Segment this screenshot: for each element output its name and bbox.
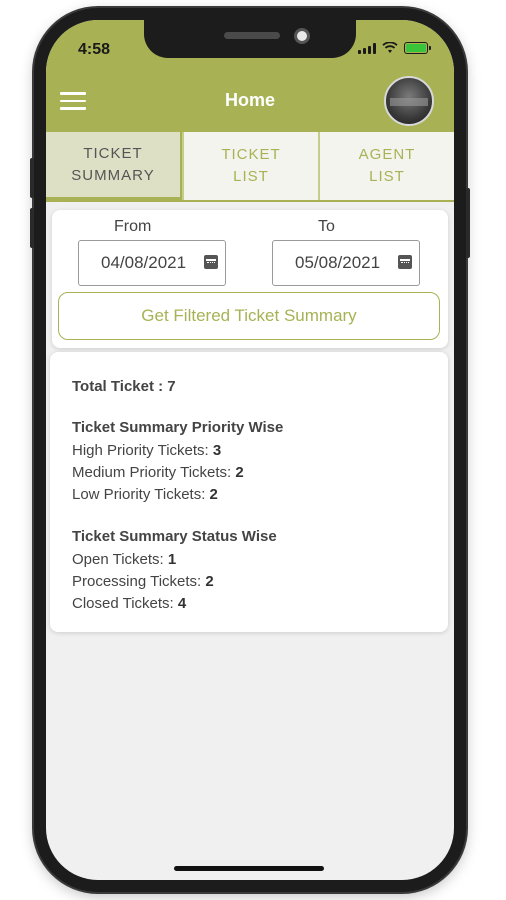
phone-frame: 4:58 Home TICKET SUMMARY TICKET LIST AGE… [30,8,470,892]
priority-row-medium: Medium Priority Tickets: 2 [72,464,244,481]
tab-label-line1: TICKET [83,144,143,162]
calendar-icon [398,255,412,269]
to-label: To [318,218,335,235]
row-value: 4 [177,595,187,612]
summary-card: Total Ticket : 7 Ticket Summary Priority… [50,352,448,632]
tab-ticket-summary[interactable]: TICKET SUMMARY [46,132,182,200]
home-indicator[interactable] [174,866,324,871]
status-row-processing: Processing Tickets: 2 [72,573,214,590]
row-value: 2 [205,573,214,590]
notch [144,20,356,58]
filter-card: From To 04/08/2021 05/08/2021 Get Filter… [52,210,448,348]
tab-bar: TICKET SUMMARY TICKET LIST AGENT LIST [46,132,454,202]
row-label: Processing Tickets: [72,573,206,590]
power-button [466,188,470,258]
get-filtered-summary-button[interactable]: Get Filtered Ticket Summary [58,292,440,340]
to-date-input[interactable]: 05/08/2021 [272,240,420,286]
signal-icon [358,42,376,54]
from-date-input[interactable]: 04/08/2021 [78,240,226,286]
priority-row-high: High Priority Tickets: 3 [72,442,221,459]
row-label: Open Tickets: [72,551,168,568]
camera [294,28,310,44]
battery-icon [404,42,431,54]
row-value: 2 [235,464,244,481]
volume-up-button [30,158,34,198]
tab-agent-list[interactable]: AGENT LIST [318,132,454,200]
status-time: 4:58 [78,41,111,58]
status-heading: Ticket Summary Status Wise [72,528,277,545]
status-row-closed: Closed Tickets: 4 [72,595,186,612]
avatar[interactable] [384,76,434,126]
row-value: 1 [167,551,177,568]
to-date-value: 05/08/2021 [295,253,381,272]
priority-row-low: Low Priority Tickets: 2 [72,486,218,503]
tab-label-line1: TICKET [221,146,281,163]
row-label: Low Priority Tickets: [72,486,210,503]
row-value: 3 [212,442,222,459]
tab-ticket-list[interactable]: TICKET LIST [182,132,318,200]
total-ticket: Total Ticket : 7 [72,378,176,395]
row-label: High Priority Tickets: [72,442,213,459]
row-label: Medium Priority Tickets: [72,464,236,481]
tab-label-line2: LIST [233,168,269,185]
tab-label-line2: LIST [369,168,405,185]
status-row-open: Open Tickets: 1 [72,551,176,568]
screen: 4:58 Home TICKET SUMMARY TICKET LIST AGE… [46,20,454,880]
calendar-icon [204,255,218,269]
speaker [224,32,280,39]
priority-heading: Ticket Summary Priority Wise [72,419,284,436]
row-label: Closed Tickets: [72,595,178,612]
tab-label-line1: AGENT [358,146,416,163]
from-date-value: 04/08/2021 [101,253,187,272]
tab-label-line2: SUMMARY [71,166,155,184]
from-label: From [114,218,152,235]
status-icons [358,42,431,54]
row-value: 2 [209,486,218,503]
volume-down-button [30,208,34,248]
wifi-icon [382,42,398,53]
